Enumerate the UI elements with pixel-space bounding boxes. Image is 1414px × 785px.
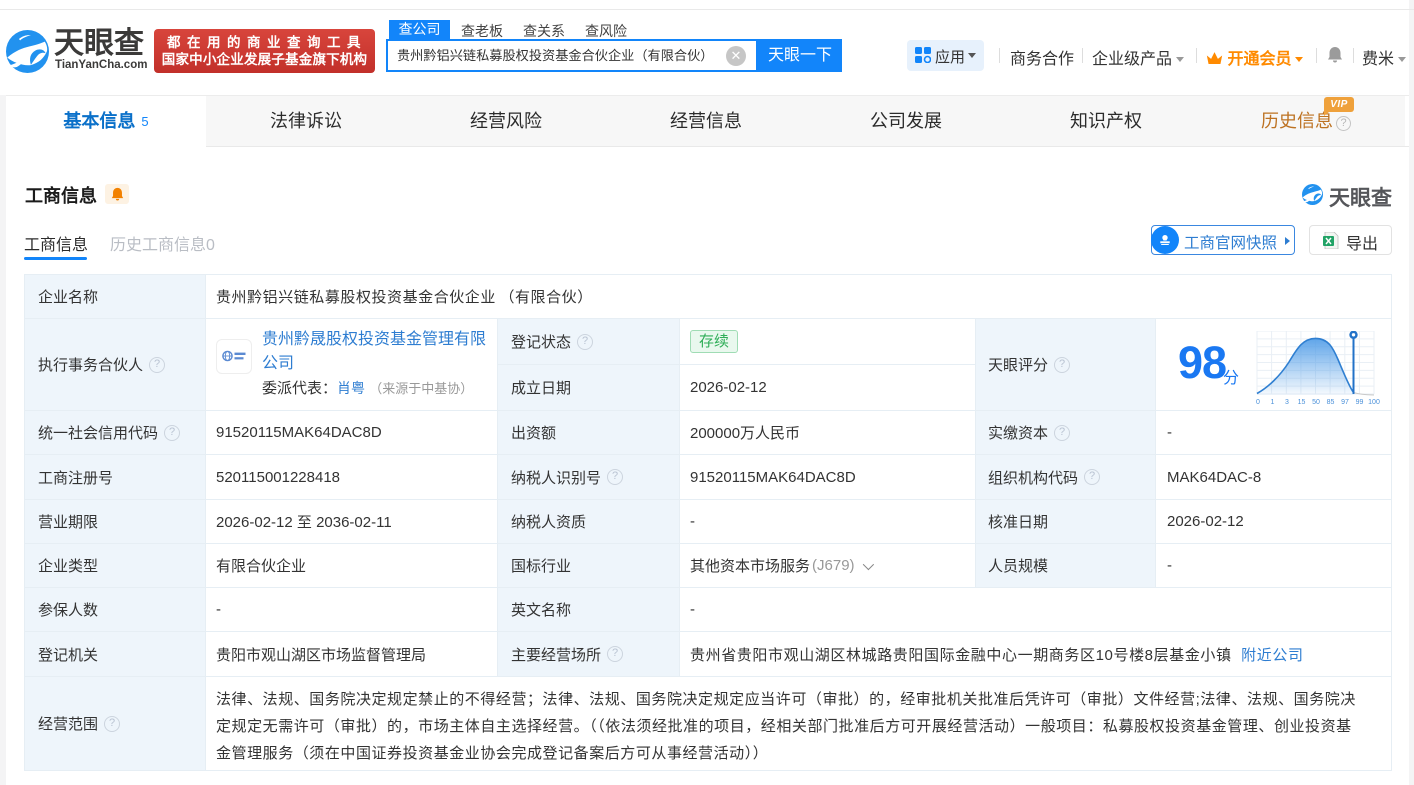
- svg-text:1: 1: [1271, 399, 1275, 406]
- svg-text:85: 85: [1327, 399, 1335, 406]
- svg-text:100: 100: [1368, 399, 1380, 406]
- svg-text:0: 0: [1256, 399, 1260, 406]
- svg-text:99: 99: [1356, 399, 1364, 406]
- svg-text:97: 97: [1341, 399, 1349, 406]
- svg-text:15: 15: [1298, 399, 1306, 406]
- svg-text:3: 3: [1285, 399, 1289, 406]
- svg-text:50: 50: [1312, 399, 1320, 406]
